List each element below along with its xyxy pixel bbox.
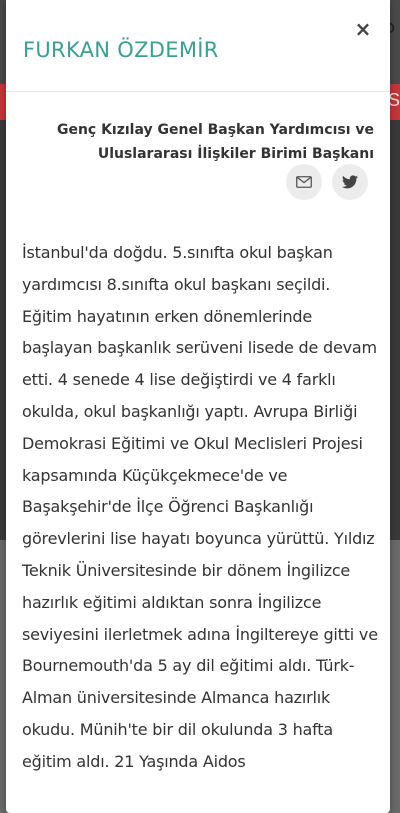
profile-role: Genç Kızılay Genel Başkan Yardımcısı ve …	[56, 122, 374, 162]
modal-header: FURKAN ÖZDEMİR ×	[6, 0, 390, 92]
profile-bio: İstanbul'da doğdu. 5.sınıfta okul başkan…	[22, 243, 378, 771]
mail-button[interactable]	[286, 164, 322, 200]
profile-modal: FURKAN ÖZDEMİR × Genç Kızılay Genel Başk…	[6, 0, 390, 813]
modal-title: FURKAN ÖZDEMİR	[23, 38, 219, 62]
twitter-icon	[342, 175, 358, 189]
mail-icon	[296, 176, 312, 188]
social-links	[286, 164, 368, 200]
twitter-button[interactable]	[332, 164, 368, 200]
close-button[interactable]: ×	[354, 19, 372, 39]
